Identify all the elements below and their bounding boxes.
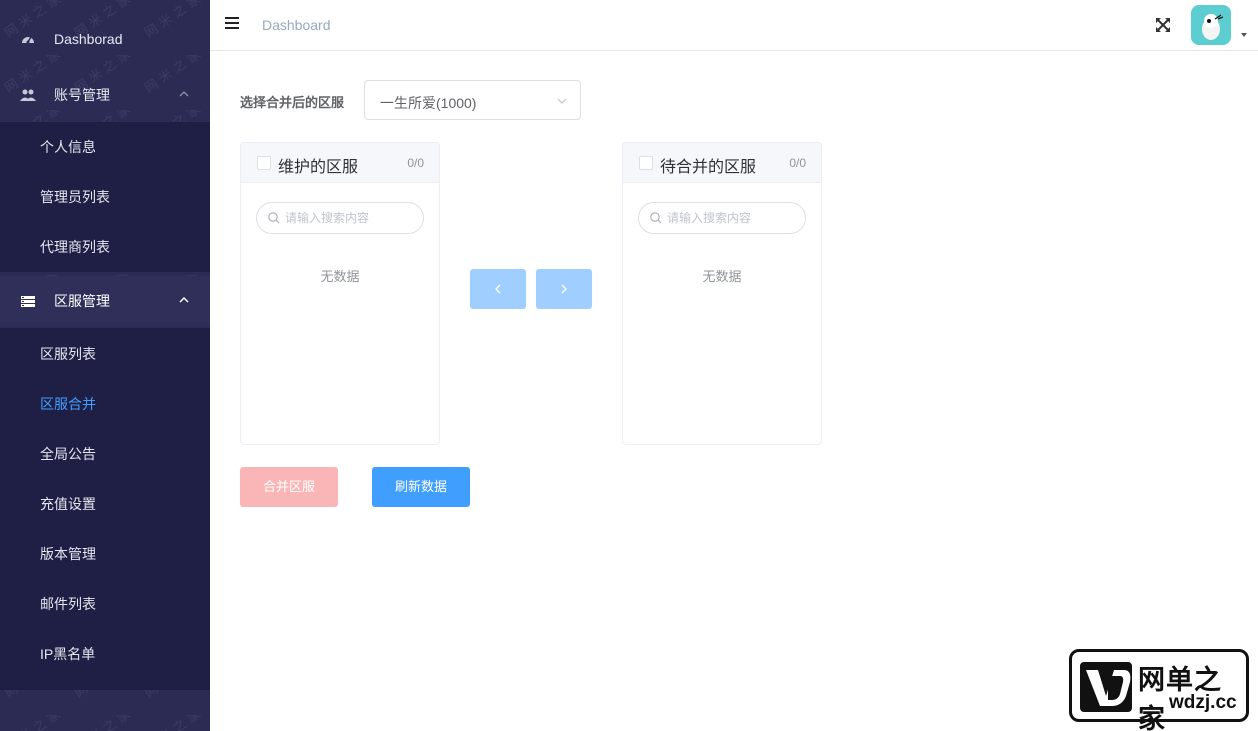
server-icon xyxy=(20,293,36,309)
transfer-panel-left: 维护的区服 0/0 无数据 xyxy=(240,142,440,445)
caret-down-icon[interactable] xyxy=(1241,33,1247,37)
sidebar-item-agent-list[interactable]: 代理商列表 xyxy=(0,222,210,272)
panel-title: 维护的区服 xyxy=(278,159,359,176)
hamburger-icon[interactable] xyxy=(225,17,239,31)
chevron-right-icon xyxy=(561,284,567,294)
sidebar-item-label: 管理员列表 xyxy=(40,189,110,205)
sidebar-item-dashboard[interactable]: Dashborad xyxy=(0,14,210,64)
sidebar-item-announcement[interactable]: 全局公告 xyxy=(0,429,210,479)
empty-text: 无数据 xyxy=(320,269,360,284)
users-icon xyxy=(20,87,36,103)
top-navbar: Dashboard xyxy=(210,0,1258,51)
sidebar-item-label: 版本管理 xyxy=(40,546,96,562)
chevron-up-icon xyxy=(179,296,189,303)
select-all-checkbox[interactable] xyxy=(257,156,271,170)
panel-count: 0/0 xyxy=(789,156,806,170)
move-right-button[interactable] xyxy=(536,269,592,309)
logo-mark-icon xyxy=(1080,662,1132,712)
fullscreen-icon[interactable] xyxy=(1154,16,1172,34)
search-field[interactable] xyxy=(638,202,806,234)
panel-count: 0/0 xyxy=(407,156,424,170)
chevron-left-icon xyxy=(495,284,501,294)
sidebar-item-version[interactable]: 版本管理 xyxy=(0,529,210,579)
logo-text-en: wdzj.cc xyxy=(1169,692,1237,713)
sidebar-item-label: 账号管理 xyxy=(54,87,110,103)
select-label: 选择合并后的区服 xyxy=(240,95,345,110)
sidebar-item-label: Dashborad xyxy=(54,31,123,47)
panel-header: 维护的区服 0/0 xyxy=(241,143,439,183)
site-logo: 网单之家 wdzj.cc xyxy=(1069,649,1249,731)
refresh-data-button[interactable]: 刷新数据 xyxy=(372,467,470,507)
panel-header: 待合并的区服 0/0 xyxy=(623,143,821,183)
sidebar-item-server-merge[interactable]: 区服合并 xyxy=(0,379,210,429)
sidebar-item-label: 区服列表 xyxy=(40,346,96,362)
search-field[interactable] xyxy=(256,202,424,234)
sidebar-item-mail[interactable]: 邮件列表 xyxy=(0,579,210,629)
panel-title: 待合并的区服 xyxy=(660,159,757,176)
chevron-down-icon xyxy=(557,98,567,104)
sidebar-item-label: IP黑名单 xyxy=(40,646,96,662)
sidebar-item-account[interactable]: 账号管理 xyxy=(0,70,210,120)
empty-text: 无数据 xyxy=(702,269,742,284)
chevron-up-icon xyxy=(179,91,189,97)
search-icon xyxy=(268,212,280,224)
select-all-checkbox[interactable] xyxy=(639,156,653,170)
sidebar-item-recharge[interactable]: 充值设置 xyxy=(0,479,210,529)
move-left-button[interactable] xyxy=(470,269,526,309)
search-input[interactable] xyxy=(667,209,799,227)
search-icon xyxy=(650,212,662,224)
sidebar-item-label: 区服管理 xyxy=(54,293,110,309)
sidebar-item-label: 区服合并 xyxy=(40,396,96,412)
sidebar-item-label: 邮件列表 xyxy=(40,596,96,612)
sidebar-item-label: 个人信息 xyxy=(40,139,96,155)
sidebar: 网 米 之 家 Dashborad 账号管理 个人信息 管理员列表 代理商列表 … xyxy=(0,0,210,731)
sidebar-item-label: 充值设置 xyxy=(40,496,96,512)
sidebar-item-server-list[interactable]: 区服列表 xyxy=(0,329,210,379)
sidebar-item-label: 代理商列表 xyxy=(40,239,110,255)
dashboard-icon xyxy=(20,31,36,47)
breadcrumb[interactable]: Dashboard xyxy=(262,17,331,33)
transfer-panel-right: 待合并的区服 0/0 无数据 xyxy=(622,142,822,445)
sidebar-item-ip-blacklist[interactable]: IP黑名单 xyxy=(0,629,210,679)
merge-server-button[interactable]: 合并区服 xyxy=(240,467,338,507)
sidebar-item-label: 全局公告 xyxy=(40,446,96,462)
search-input[interactable] xyxy=(285,209,417,227)
avatar-image-icon xyxy=(1202,14,1224,40)
sidebar-item-profile[interactable]: 个人信息 xyxy=(0,122,210,172)
select-value: 一生所爱(1000) xyxy=(380,95,477,111)
avatar[interactable] xyxy=(1191,5,1231,45)
sidebar-item-admin-list[interactable]: 管理员列表 xyxy=(0,172,210,222)
sidebar-item-server[interactable]: 区服管理 xyxy=(0,276,210,326)
merged-server-select[interactable]: 一生所爱(1000) xyxy=(364,80,581,120)
